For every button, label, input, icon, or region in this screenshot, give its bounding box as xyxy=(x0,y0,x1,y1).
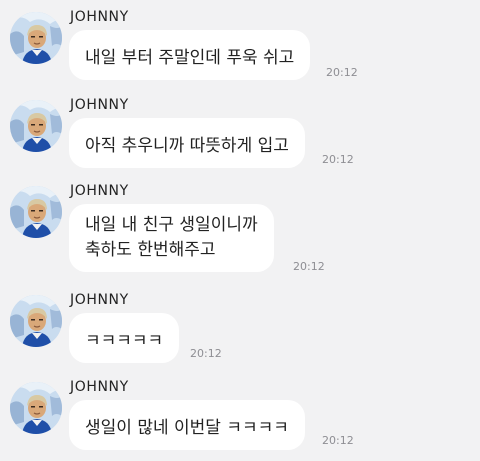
sender-name: JOHNNY xyxy=(70,97,129,113)
sender-avatar[interactable] xyxy=(10,295,62,347)
message-text: ㅋㅋㅋㅋㅋ xyxy=(85,330,164,351)
sender-avatar[interactable] xyxy=(10,186,62,238)
message-text-line: 축하도 한번해주고 xyxy=(85,240,216,260)
message-time: 20:12 xyxy=(322,153,354,166)
chat-message: JOHNNY 아직 추우니까 따뜻하게 입고 20:12 xyxy=(0,88,480,176)
message-bubble[interactable]: ㅋㅋㅋㅋㅋ xyxy=(69,313,180,363)
message-time: 20:12 xyxy=(293,260,325,273)
sender-name: JOHNNY xyxy=(70,9,129,25)
chat-message: JOHNNY 내일 내 친구 생일이니까 축하도 한번해주고 20:12 xyxy=(0,174,480,282)
message-bubble[interactable]: 생일이 많네 이번달 ㅋㅋㅋㅋ xyxy=(69,400,305,450)
message-text: 생일이 많네 이번달 ㅋㅋㅋㅋ xyxy=(85,417,289,438)
chat-message: JOHNNY ㅋㅋㅋㅋㅋ 20:12 xyxy=(0,283,480,371)
message-text: 아직 추우니까 따뜻하게 입고 xyxy=(85,135,289,156)
sender-name: JOHNNY xyxy=(70,183,129,199)
message-text-line: 내일 내 친구 생일이니까 xyxy=(85,215,258,235)
sender-avatar[interactable] xyxy=(10,100,62,152)
message-bubble[interactable]: 내일 내 친구 생일이니까 축하도 한번해주고 xyxy=(69,204,274,272)
sender-name: JOHNNY xyxy=(70,292,129,308)
sender-avatar[interactable] xyxy=(10,382,62,434)
message-time: 20:12 xyxy=(322,434,354,447)
chat-message: JOHNNY 생일이 많네 이번달 ㅋㅋㅋㅋ 20:12 xyxy=(0,370,480,458)
message-time: 20:12 xyxy=(326,66,358,79)
sender-name: JOHNNY xyxy=(70,379,129,395)
chat-message: JOHNNY 내일 부터 주말인데 푸욱 쉬고 20:12 xyxy=(0,0,480,88)
sender-avatar[interactable] xyxy=(10,12,62,64)
message-bubble[interactable]: 내일 부터 주말인데 푸욱 쉬고 xyxy=(69,30,311,80)
message-time: 20:12 xyxy=(190,347,222,360)
message-bubble[interactable]: 아직 추우니까 따뜻하게 입고 xyxy=(69,118,305,168)
message-text: 내일 부터 주말인데 푸욱 쉬고 xyxy=(85,47,295,68)
